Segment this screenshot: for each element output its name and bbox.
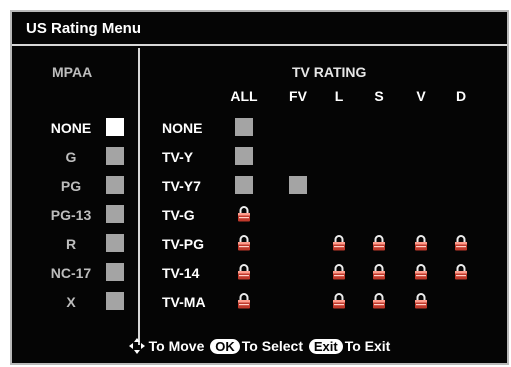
padlock-icon[interactable] bbox=[454, 235, 468, 251]
padlock-icon[interactable] bbox=[237, 206, 251, 222]
padlock-icon[interactable] bbox=[237, 235, 251, 251]
padlock-icon[interactable] bbox=[332, 293, 346, 309]
mpaa-checkbox[interactable] bbox=[106, 292, 124, 310]
mpaa-item-label: R bbox=[65, 236, 77, 252]
padlock-icon[interactable] bbox=[372, 264, 386, 280]
mpaa-header: MPAA bbox=[52, 64, 93, 80]
column-header-v: V bbox=[416, 88, 426, 104]
tv-rating-label: TV-Y7 bbox=[162, 178, 201, 194]
mpaa-checkbox[interactable] bbox=[106, 263, 124, 281]
column-divider bbox=[138, 48, 140, 345]
mpaa-item-label: X bbox=[66, 294, 76, 310]
tv-rating-label: NONE bbox=[162, 120, 203, 136]
column-header-d: D bbox=[455, 88, 467, 104]
column-header-l: L bbox=[334, 88, 344, 104]
tv-rating-checkbox[interactable] bbox=[235, 176, 253, 194]
mpaa-checkbox[interactable] bbox=[106, 176, 124, 194]
padlock-icon[interactable] bbox=[237, 293, 251, 309]
padlock-icon[interactable] bbox=[414, 264, 428, 280]
mpaa-item-label: NONE bbox=[50, 120, 92, 136]
four-way-arrow-icon bbox=[128, 338, 145, 357]
title-bar: US Rating Menu bbox=[12, 12, 507, 46]
tv-rating-label: TV-PG bbox=[162, 236, 205, 252]
move-hint: To Move bbox=[148, 338, 205, 354]
rating-menu-window: US Rating Menu MPAA TV RATING ALL FV L S V D … bbox=[10, 10, 509, 365]
column-header-fv: FV bbox=[289, 88, 307, 104]
tv-rating-label: TV-Y bbox=[162, 149, 194, 165]
exit-key-badge: Exit bbox=[308, 339, 343, 354]
mpaa-checkbox[interactable] bbox=[106, 147, 124, 165]
padlock-icon[interactable] bbox=[332, 264, 346, 280]
column-header-all: ALL bbox=[230, 88, 258, 104]
mpaa-item-label: PG-13 bbox=[50, 207, 92, 223]
tv-rating-checkbox[interactable] bbox=[289, 176, 307, 194]
padlock-icon[interactable] bbox=[237, 264, 251, 280]
mpaa-checkbox[interactable] bbox=[106, 234, 124, 252]
mpaa-item-label: G bbox=[65, 149, 77, 165]
tv-rating-checkbox[interactable] bbox=[235, 118, 253, 136]
mpaa-checkbox[interactable] bbox=[106, 118, 124, 136]
mpaa-item-label: NC-17 bbox=[50, 265, 92, 281]
tv-rating-header: TV RATING bbox=[292, 64, 367, 80]
padlock-icon[interactable] bbox=[372, 235, 386, 251]
padlock-icon[interactable] bbox=[414, 235, 428, 251]
tv-rating-label: TV-MA bbox=[162, 294, 206, 310]
column-header-s: S bbox=[374, 88, 384, 104]
menu-title: US Rating Menu bbox=[26, 20, 141, 37]
select-hint: To Select bbox=[241, 338, 303, 354]
tv-rating-label: TV-14 bbox=[162, 265, 200, 281]
padlock-icon[interactable] bbox=[332, 235, 346, 251]
help-bar: To Move OK To Select Exit To Exit bbox=[12, 338, 507, 357]
ok-key-badge: OK bbox=[210, 339, 240, 354]
mpaa-item-label: PG bbox=[60, 178, 82, 194]
mpaa-checkbox[interactable] bbox=[106, 205, 124, 223]
padlock-icon[interactable] bbox=[454, 264, 468, 280]
exit-hint: To Exit bbox=[344, 338, 391, 354]
padlock-icon[interactable] bbox=[414, 293, 428, 309]
tv-rating-checkbox[interactable] bbox=[235, 147, 253, 165]
padlock-icon[interactable] bbox=[372, 293, 386, 309]
tv-rating-label: TV-G bbox=[162, 207, 195, 223]
